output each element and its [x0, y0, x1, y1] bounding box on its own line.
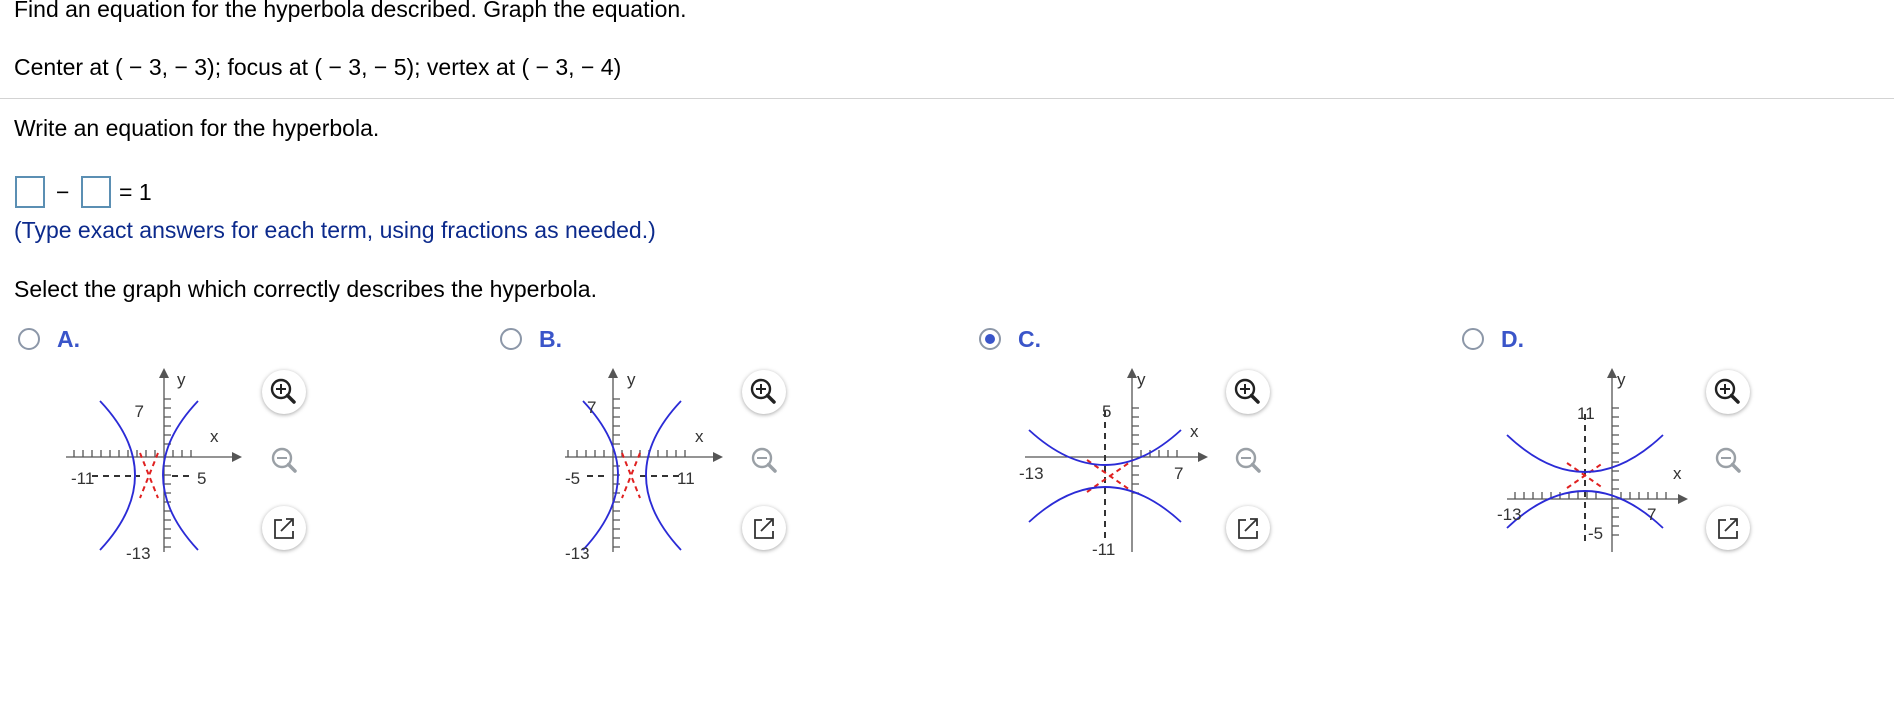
graph-d: y x 11 -13 7 -5: [1497, 368, 1688, 552]
zoom-in-icon: [1234, 378, 1260, 404]
y-axis-label: y: [627, 370, 636, 389]
option-c-label: C.: [1018, 326, 1041, 352]
zoom-out-button[interactable]: [1706, 438, 1750, 482]
tick-label: 7: [1647, 505, 1656, 524]
problem-given: Center at ( − 3, − 3); focus at ( − 3, −…: [14, 54, 622, 80]
graph-c: y x 5 -13 7 -11: [1019, 368, 1208, 559]
problem-instruction: Find an equation for the hyperbola descr…: [14, 0, 687, 22]
option-b-radio[interactable]: [500, 328, 522, 350]
tick-label: 11: [677, 469, 695, 488]
tick-label: 7: [1174, 464, 1183, 483]
answer-hint: (Type exact answers for each term, using…: [14, 217, 656, 243]
zoom-out-button[interactable]: [1226, 438, 1270, 482]
tick-label: 5: [197, 469, 206, 488]
equals-one: = 1: [119, 179, 152, 205]
zoom-in-button[interactable]: [742, 370, 786, 414]
option-c-radio[interactable]: [979, 328, 1001, 350]
zoom-out-icon: [1235, 447, 1261, 473]
tick-label: -5: [1588, 524, 1603, 543]
tick-label: 7: [135, 402, 144, 421]
zoom-out-icon: [751, 447, 777, 473]
zoom-in-icon: [270, 378, 296, 404]
popout-button[interactable]: [1226, 506, 1270, 550]
popout-button[interactable]: [742, 506, 786, 550]
first-term-input[interactable]: [15, 176, 45, 208]
popout-button[interactable]: [262, 506, 306, 550]
y-axis-label: y: [1137, 370, 1146, 389]
tick-label: 11: [1577, 404, 1595, 423]
zoom-out-button[interactable]: [742, 438, 786, 482]
zoom-in-button[interactable]: [1706, 370, 1750, 414]
zoom-in-icon: [1714, 378, 1740, 404]
tick-label: -13: [1497, 505, 1522, 524]
popout-icon: [754, 518, 774, 539]
tick-label: -13: [565, 544, 590, 563]
x-axis-label: x: [1190, 422, 1199, 441]
x-axis-label: x: [210, 427, 219, 446]
tick-label: -11: [71, 469, 94, 488]
y-axis-label: y: [177, 370, 186, 389]
zoom-in-icon: [750, 378, 776, 404]
zoom-in-button[interactable]: [1226, 370, 1270, 414]
option-d-label: D.: [1501, 326, 1524, 352]
graph-prompt: Select the graph which correctly describ…: [14, 276, 597, 302]
zoom-out-icon: [1715, 447, 1741, 473]
tick-label: -13: [1019, 464, 1044, 483]
tick-label: 5: [1102, 402, 1111, 421]
tick-label: -13: [126, 544, 151, 563]
popout-icon: [1238, 518, 1258, 539]
tick-label: -5: [565, 469, 580, 488]
popout-icon: [274, 518, 294, 539]
second-term-input[interactable]: [81, 176, 111, 208]
equation-prompt: Write an equation for the hyperbola.: [14, 115, 380, 141]
option-b-label: B.: [539, 326, 562, 352]
popout-icon: [1718, 518, 1738, 539]
y-axis-label: y: [1617, 370, 1626, 389]
graph-a: y x 7 -11 5 -13: [66, 368, 242, 563]
option-a-label: A.: [57, 326, 80, 352]
popout-button[interactable]: [1706, 506, 1750, 550]
tick-label: 7: [587, 398, 596, 417]
x-axis-label: x: [695, 427, 704, 446]
zoom-out-button[interactable]: [262, 438, 306, 482]
option-a-radio[interactable]: [18, 328, 40, 350]
x-axis-label: x: [1673, 464, 1682, 483]
minus-sign: −: [56, 179, 70, 205]
divider: [0, 98, 1894, 99]
graph-b: y x 7 -5 11 -13: [565, 368, 723, 563]
option-d-radio[interactable]: [1462, 328, 1484, 350]
tick-label: -11: [1092, 540, 1115, 559]
zoom-out-icon: [271, 447, 297, 473]
zoom-in-button[interactable]: [262, 370, 306, 414]
